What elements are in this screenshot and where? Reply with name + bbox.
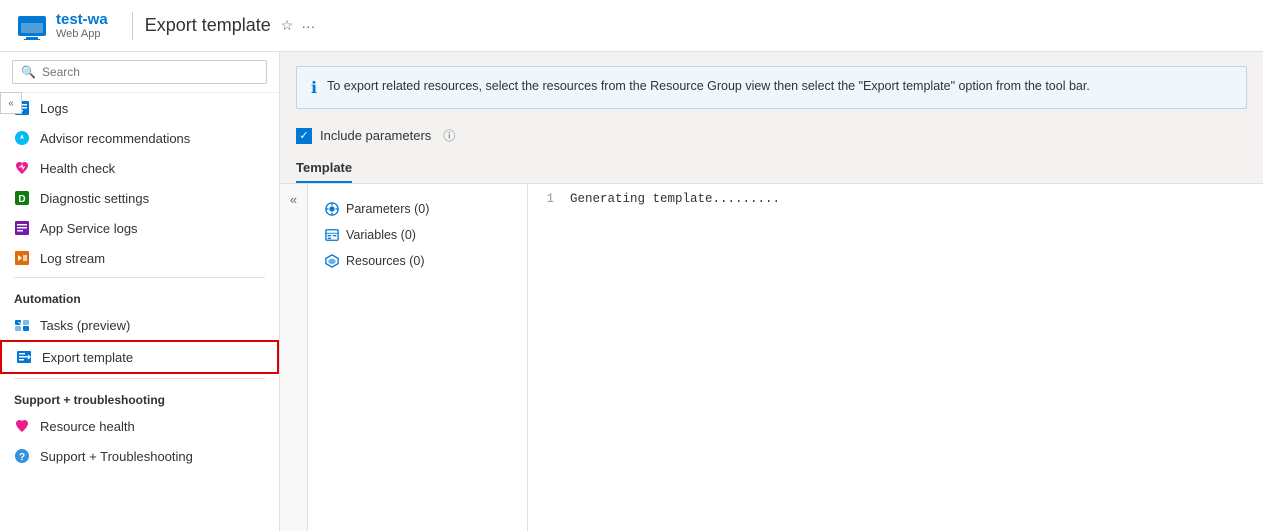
tree-item-variables-label: Variables (0)	[346, 228, 416, 242]
logstream-icon	[14, 250, 30, 266]
collapse-icon: «	[290, 192, 297, 207]
info-banner: ℹ To export related resources, select th…	[296, 66, 1247, 109]
health-icon	[14, 160, 30, 176]
support-section-label: Support + troubleshooting	[0, 383, 279, 411]
export-icon	[16, 349, 32, 365]
template-body: « Parameters	[280, 184, 1263, 531]
include-params-checkbox[interactable]: ✓	[296, 128, 312, 144]
sidebar-item-resource-health-label: Resource health	[40, 419, 135, 434]
sidebar-item-diagnostic-label: Diagnostic settings	[40, 191, 149, 206]
tree-item-parameters[interactable]: Parameters (0)	[324, 196, 511, 222]
sidebar-item-app-service-logs[interactable]: App Service logs	[0, 213, 279, 243]
tasks-icon	[14, 317, 30, 333]
code-editor: 1 Generating template.........	[528, 184, 1263, 531]
tab-template[interactable]: Template	[296, 152, 352, 183]
info-icon: ℹ	[311, 78, 317, 98]
template-left-collapse-button[interactable]: «	[280, 184, 308, 531]
svg-text:D: D	[18, 194, 25, 205]
sidebar-item-log-stream-label: Log stream	[40, 251, 105, 266]
sidebar-item-export-template[interactable]: Export template	[0, 340, 279, 374]
sidebar-item-support-troubleshooting[interactable]: ? Support + Troubleshooting	[0, 441, 279, 471]
header-divider	[132, 12, 133, 40]
sidebar-item-app-service-logs-label: App Service logs	[40, 221, 138, 236]
automation-section-label: Automation	[0, 282, 279, 310]
search-input[interactable]	[42, 65, 258, 79]
parameters-icon	[324, 201, 340, 217]
sidebar-collapse-button[interactable]: «	[0, 92, 22, 114]
more-options-icon[interactable]: ···	[301, 18, 315, 34]
checkbox-check-icon: ✓	[299, 129, 308, 142]
header: test-wa Web App Export template ☆ ···	[0, 0, 1263, 52]
diagnostic-icon: D	[14, 190, 30, 206]
app-name: test-wa	[56, 11, 108, 28]
applog-icon	[14, 220, 30, 236]
sidebar-item-health-check[interactable]: Health check	[0, 153, 279, 183]
sidebar-item-resource-health[interactable]: Resource health	[0, 411, 279, 441]
resource-health-icon	[14, 418, 30, 434]
variables-icon	[324, 227, 340, 243]
support-icon: ?	[14, 448, 30, 464]
sidebar-item-support-label: Support + Troubleshooting	[40, 449, 193, 464]
line-number-1: 1	[540, 192, 570, 206]
webapp-icon	[16, 10, 48, 42]
advisor-icon	[14, 130, 30, 146]
tree-item-resources[interactable]: Resources (0)	[324, 248, 511, 274]
sidebar-item-advisor-label: Advisor recommendations	[40, 131, 190, 146]
support-divider	[14, 378, 265, 379]
include-params-label: Include parameters	[320, 128, 431, 143]
code-line-1: 1 Generating template.........	[528, 192, 1263, 206]
app-info: test-wa Web App	[56, 11, 108, 40]
sidebar-item-tasks[interactable]: Tasks (preview)	[0, 310, 279, 340]
sidebar-item-logs[interactable]: Logs	[0, 93, 279, 123]
code-text-1: Generating template.........	[570, 192, 780, 206]
tree-item-parameters-label: Parameters (0)	[346, 202, 429, 216]
sidebar-nav: Logs Advisor recommendations	[0, 93, 279, 531]
template-tabs: Template	[280, 152, 1263, 184]
params-info-icon[interactable]: ⓘ	[443, 127, 455, 144]
include-params-row: ✓ Include parameters ⓘ	[280, 119, 1263, 152]
automation-divider	[14, 277, 265, 278]
template-tree-panel: Parameters (0) Variables (0)	[308, 184, 528, 531]
sidebar-search-area: 🔍	[0, 52, 279, 93]
sidebar-item-export-template-label: Export template	[42, 350, 133, 365]
sidebar: 🔍 Logs	[0, 52, 280, 531]
sidebar-item-diagnostic[interactable]: D Diagnostic settings	[0, 183, 279, 213]
svg-text:?: ?	[19, 452, 25, 463]
search-box[interactable]: 🔍	[12, 60, 267, 84]
resources-icon	[324, 253, 340, 269]
main-layout: 🔍 Logs	[0, 52, 1263, 531]
sidebar-item-log-stream[interactable]: Log stream	[0, 243, 279, 273]
info-banner-text: To export related resources, select the …	[327, 77, 1090, 96]
main-content: ℹ To export related resources, select th…	[280, 52, 1263, 531]
tree-item-resources-label: Resources (0)	[346, 254, 425, 268]
app-type: Web App	[56, 28, 108, 40]
favorite-star-icon[interactable]: ☆	[281, 17, 294, 34]
page-title: Export template	[145, 15, 271, 36]
sidebar-item-advisor[interactable]: Advisor recommendations	[0, 123, 279, 153]
tree-item-variables[interactable]: Variables (0)	[324, 222, 511, 248]
sidebar-item-tasks-label: Tasks (preview)	[40, 318, 130, 333]
search-icon: 🔍	[21, 65, 36, 79]
sidebar-item-health-check-label: Health check	[40, 161, 115, 176]
sidebar-item-logs-label: Logs	[40, 101, 68, 116]
